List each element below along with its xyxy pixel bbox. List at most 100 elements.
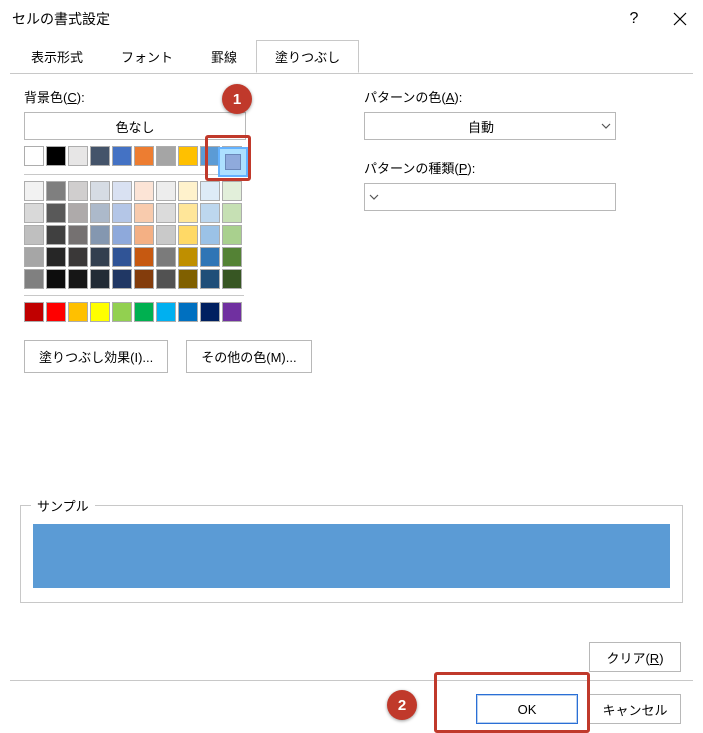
color-swatch[interactable]: [90, 269, 110, 289]
pattern-color-value: 自動: [365, 117, 597, 136]
no-color-label: 色なし: [115, 117, 154, 136]
palette-standard-row: [24, 302, 354, 322]
color-swatch[interactable]: [200, 269, 220, 289]
color-swatch[interactable]: [156, 302, 176, 322]
color-swatch[interactable]: [178, 181, 198, 201]
color-swatch[interactable]: [156, 146, 176, 166]
color-swatch[interactable]: [46, 269, 66, 289]
selected-color-swatch[interactable]: [218, 147, 248, 177]
palette-divider-1: [24, 174, 244, 175]
color-swatch[interactable]: [46, 181, 66, 201]
color-swatch[interactable]: [68, 225, 88, 245]
color-swatch[interactable]: [24, 203, 44, 223]
cancel-button[interactable]: キャンセル: [589, 694, 681, 724]
color-swatch[interactable]: [68, 302, 88, 322]
color-swatch[interactable]: [156, 181, 176, 201]
color-swatch[interactable]: [68, 269, 88, 289]
ok-button[interactable]: OK: [476, 694, 578, 724]
color-swatch[interactable]: [134, 225, 154, 245]
color-swatch[interactable]: [68, 146, 88, 166]
tab-border[interactable]: 罫線: [192, 40, 256, 73]
color-swatch[interactable]: [90, 225, 110, 245]
tab-strip: 表示形式 フォント 罫線 塗りつぶし: [12, 40, 703, 73]
more-colors-button[interactable]: その他の色(M)...: [186, 340, 311, 373]
color-swatch[interactable]: [200, 247, 220, 267]
color-swatch[interactable]: [156, 225, 176, 245]
color-swatch[interactable]: [134, 247, 154, 267]
color-swatch[interactable]: [24, 269, 44, 289]
background-color-section: 背景色(C): 色なし 塗りつぶし効果(I)... その他の色(M)...: [24, 87, 354, 373]
color-swatch[interactable]: [200, 203, 220, 223]
color-swatch[interactable]: [24, 146, 44, 166]
help-button[interactable]: ?: [611, 0, 657, 38]
color-swatch[interactable]: [178, 203, 198, 223]
color-swatch[interactable]: [90, 203, 110, 223]
color-swatch[interactable]: [134, 302, 154, 322]
color-swatch[interactable]: [222, 269, 242, 289]
color-swatch[interactable]: [24, 181, 44, 201]
selected-color-inner: [225, 154, 241, 170]
close-icon: [673, 12, 687, 26]
color-swatch[interactable]: [134, 181, 154, 201]
color-swatch[interactable]: [112, 247, 132, 267]
color-swatch[interactable]: [90, 146, 110, 166]
color-swatch[interactable]: [46, 225, 66, 245]
chevron-down-icon: [597, 122, 615, 130]
color-swatch[interactable]: [222, 302, 242, 322]
color-swatch[interactable]: [112, 146, 132, 166]
pattern-type-dropdown[interactable]: [364, 183, 616, 211]
color-swatch[interactable]: [112, 269, 132, 289]
color-swatch[interactable]: [156, 269, 176, 289]
color-swatch[interactable]: [90, 181, 110, 201]
pattern-type-label: パターンの種類(P):: [364, 158, 679, 177]
tab-number-format[interactable]: 表示形式: [12, 40, 102, 73]
color-swatch[interactable]: [222, 247, 242, 267]
color-swatch[interactable]: [46, 247, 66, 267]
close-button[interactable]: [657, 0, 703, 38]
color-swatch[interactable]: [90, 302, 110, 322]
pattern-color-dropdown[interactable]: 自動: [364, 112, 616, 140]
color-swatch[interactable]: [222, 225, 242, 245]
color-swatch[interactable]: [46, 203, 66, 223]
color-swatch[interactable]: [178, 247, 198, 267]
color-swatch[interactable]: [46, 302, 66, 322]
clear-label: クリア(R): [606, 648, 663, 667]
color-swatch[interactable]: [178, 225, 198, 245]
color-swatch[interactable]: [156, 247, 176, 267]
color-swatch[interactable]: [178, 146, 198, 166]
color-swatch[interactable]: [200, 181, 220, 201]
clear-button[interactable]: クリア(R): [589, 642, 681, 672]
no-color-button[interactable]: 色なし: [24, 112, 246, 140]
color-swatch[interactable]: [178, 269, 198, 289]
color-swatch[interactable]: [200, 302, 220, 322]
color-swatch[interactable]: [200, 146, 220, 166]
fill-panel: 背景色(C): 色なし 塗りつぶし効果(I)... その他の色(M)...: [0, 73, 703, 373]
color-swatch[interactable]: [222, 203, 242, 223]
color-swatch[interactable]: [68, 181, 88, 201]
chevron-down-icon: [365, 193, 383, 201]
color-swatch[interactable]: [222, 181, 242, 201]
color-swatch[interactable]: [24, 247, 44, 267]
color-swatch[interactable]: [90, 247, 110, 267]
color-swatch[interactable]: [112, 203, 132, 223]
color-swatch[interactable]: [134, 203, 154, 223]
color-swatch[interactable]: [156, 203, 176, 223]
format-cells-dialog: セルの書式設定 ? 表示形式 フォント 罫線 塗りつぶし 背景色(C): 色なし: [0, 0, 703, 733]
bottom-divider: [10, 680, 693, 681]
color-swatch[interactable]: [68, 247, 88, 267]
color-swatch[interactable]: [200, 225, 220, 245]
color-swatch[interactable]: [68, 203, 88, 223]
color-swatch[interactable]: [112, 225, 132, 245]
annotation-2-badge: 2: [387, 690, 417, 720]
color-swatch[interactable]: [24, 302, 44, 322]
tab-font[interactable]: フォント: [102, 40, 192, 73]
color-swatch[interactable]: [112, 302, 132, 322]
color-swatch[interactable]: [112, 181, 132, 201]
color-swatch[interactable]: [134, 269, 154, 289]
color-swatch[interactable]: [24, 225, 44, 245]
fill-effects-button[interactable]: 塗りつぶし効果(I)...: [24, 340, 168, 373]
color-swatch[interactable]: [134, 146, 154, 166]
color-swatch[interactable]: [178, 302, 198, 322]
color-swatch[interactable]: [46, 146, 66, 166]
tab-fill[interactable]: 塗りつぶし: [256, 40, 359, 73]
